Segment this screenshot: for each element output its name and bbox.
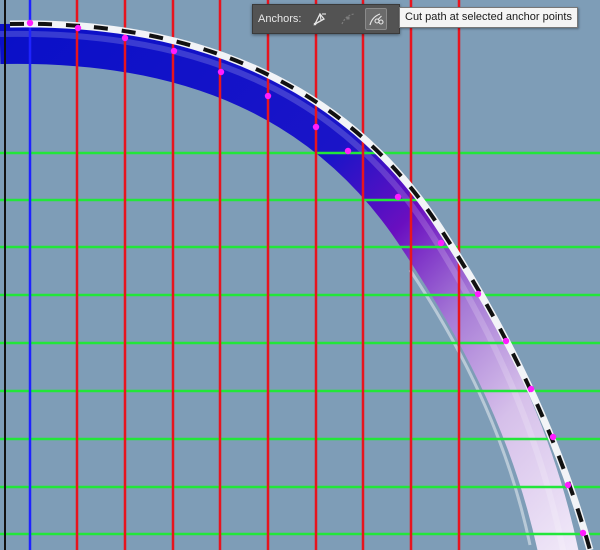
anchor-point-1 — [26, 19, 34, 27]
artboard-canvas[interactable] — [0, 0, 600, 550]
convert-anchor-button[interactable] — [309, 8, 331, 30]
remove-anchor-button[interactable] — [337, 8, 359, 30]
cut-path-button[interactable] — [365, 8, 388, 30]
convert-anchor-pen-icon — [313, 12, 327, 26]
anchor-point-8 — [344, 147, 352, 155]
anchor-point-7 — [312, 123, 320, 131]
anchor-point-13 — [527, 385, 535, 393]
anchor-point-16 — [579, 529, 587, 537]
anchor-point-6 — [264, 92, 272, 100]
anchor-point-15 — [564, 481, 572, 489]
anchor-point-2 — [74, 24, 82, 32]
anchor-point-4 — [170, 47, 178, 55]
remove-anchor-icon — [341, 13, 355, 25]
anchor-point-3 — [121, 34, 129, 42]
cut-path-scissors-icon — [369, 13, 384, 26]
anchor-point-5 — [217, 68, 225, 76]
anchor-point-11 — [474, 290, 482, 298]
anchors-toolbar: Anchors: — [252, 4, 401, 34]
anchors-label: Anchors: — [258, 13, 302, 25]
cut-path-tooltip: Cut path at selected anchor points — [399, 7, 578, 28]
anchor-point-10 — [437, 239, 445, 247]
anchor-point-14 — [549, 433, 557, 441]
anchor-point-12 — [502, 337, 510, 345]
anchor-point-9 — [394, 193, 402, 201]
